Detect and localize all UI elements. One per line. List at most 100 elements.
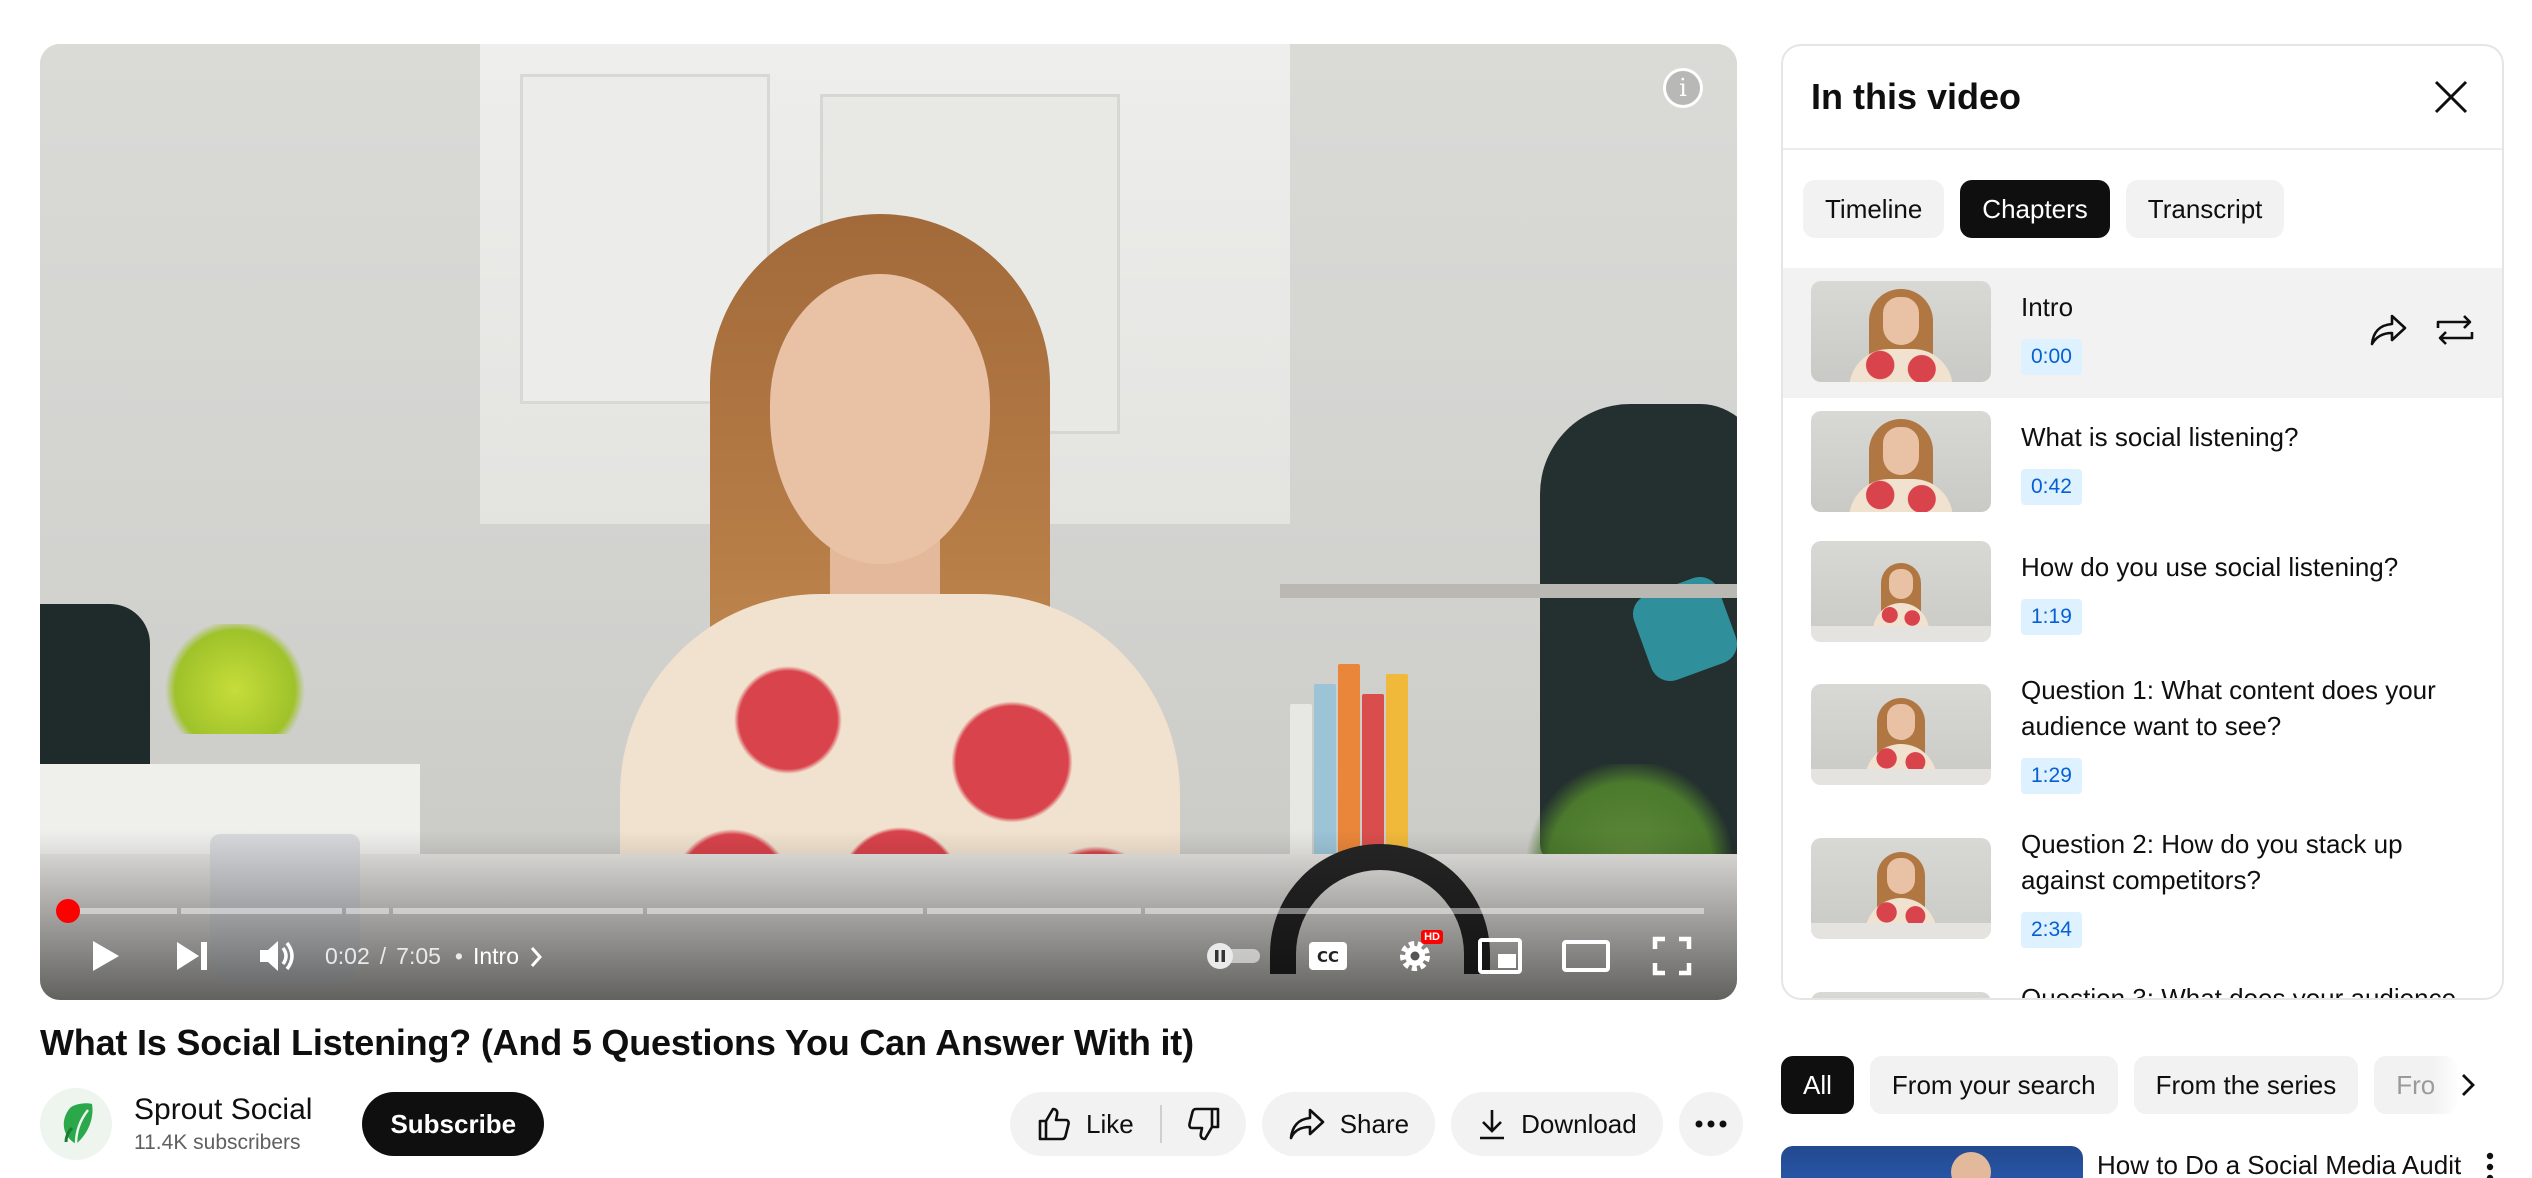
video-title: What Is Social Listening? (And 5 Questio…	[40, 1022, 1194, 1063]
chip-from-the-series[interactable]: From the series	[2133, 1056, 2359, 1114]
chapter-timestamp[interactable]: 0:42	[2021, 469, 2082, 505]
video-player[interactable]: i 0:02 / 7:05 • Intro CC HD	[40, 44, 1737, 1000]
chapter-title-button[interactable]: Intro	[473, 943, 519, 970]
chapter-item[interactable]: What is social listening? 0:42	[1783, 398, 2502, 528]
chapter-dot: •	[454, 943, 463, 969]
captions-icon: CC	[1309, 942, 1347, 970]
time-separator: /	[379, 943, 387, 969]
repeat-icon[interactable]	[2434, 312, 2476, 348]
chapter-item[interactable]: Question 3: What does your audience need…	[1783, 966, 2502, 1000]
tab-chapters[interactable]: Chapters	[1960, 180, 2110, 238]
panel-title: In this video	[1811, 76, 2022, 117]
miniplayer-button[interactable]	[1470, 932, 1530, 980]
volume-button[interactable]	[248, 932, 308, 980]
chips-next-button[interactable]	[2432, 1050, 2504, 1120]
filter-chips: All From your search From the series Fro	[1781, 1056, 2504, 1114]
chapter-item[interactable]: Question 2: How do you stack up against …	[1783, 812, 2502, 966]
tab-transcript[interactable]: Transcript	[2125, 180, 2285, 238]
action-bar: Like Share Download	[1010, 1092, 1743, 1156]
chapter-segment[interactable]	[926, 908, 1141, 914]
chip-all[interactable]: All	[1781, 1056, 1854, 1114]
hd-badge: HD	[1421, 930, 1443, 944]
theater-mode-button[interactable]	[1556, 932, 1616, 980]
channel-name[interactable]: Sprout Social	[134, 1093, 312, 1127]
tab-timeline[interactable]: Timeline	[1803, 180, 1945, 238]
like-dislike-group: Like	[1010, 1092, 1246, 1156]
chapter-title: Question 2: How do you stack up against …	[2021, 829, 2403, 895]
download-label: Download	[1521, 1108, 1637, 1139]
chapter-thumbnail	[1811, 541, 1991, 642]
chapter-title: Question 1: What content does your audie…	[2021, 675, 2436, 741]
duration: 7:05	[396, 943, 441, 969]
chapter-item[interactable]: How do you use social listening? 1:19	[1783, 528, 2502, 658]
theater-mode-icon	[1562, 940, 1610, 972]
play-icon	[93, 941, 119, 971]
chapter-title: Question 3: What does your audience need…	[2021, 983, 2457, 1000]
like-button[interactable]: Like	[1010, 1092, 1160, 1156]
chapter-timestamp[interactable]: 2:34	[2021, 912, 2082, 948]
autoplay-toggle[interactable]	[1198, 932, 1268, 980]
chapter-segment[interactable]	[392, 908, 643, 914]
download-icon	[1480, 1110, 1505, 1140]
chapter-thumbnail	[1811, 684, 1991, 785]
share-icon	[1289, 1108, 1325, 1140]
chapter-segment[interactable]	[180, 908, 342, 914]
chevron-right-icon[interactable]	[529, 946, 543, 968]
chapter-timestamp[interactable]: 1:29	[2021, 758, 2082, 794]
recommended-menu-button[interactable]	[2486, 1152, 2494, 1178]
miniplayer-icon	[1478, 938, 1522, 974]
chapter-thumbnail	[1811, 838, 1991, 939]
chapter-segment[interactable]	[345, 908, 389, 914]
recommended-video[interactable]: How to Do a Social Media Audit	[1781, 1146, 2504, 1178]
chapter-item-intro[interactable]: Intro 0:00	[1783, 268, 2502, 398]
share-label: Share	[1339, 1108, 1410, 1139]
scrubber-handle[interactable]	[56, 899, 80, 923]
sprout-leaf-icon	[63, 1103, 93, 1145]
recommended-thumbnail[interactable]	[1781, 1146, 2083, 1178]
subscriber-count: 11.4K subscribers	[134, 1131, 301, 1154]
time-display: 0:02 / 7:05 • Intro	[325, 943, 543, 970]
panel-header: In this video	[1783, 46, 2502, 150]
chapter-timestamp[interactable]: 1:19	[2021, 599, 2082, 635]
captions-button[interactable]: CC	[1298, 932, 1358, 980]
chapter-title: What is social listening?	[2021, 422, 2299, 452]
close-icon	[2434, 80, 2468, 114]
like-label: Like	[1086, 1108, 1134, 1139]
channel-row: Sprout Social 11.4K subscribers Subscrib…	[40, 1088, 545, 1160]
chapter-segment[interactable]	[646, 908, 923, 914]
chapter-item[interactable]: Question 1: What content does your audie…	[1783, 658, 2502, 812]
chapter-segment[interactable]	[68, 908, 177, 914]
in-this-video-panel: In this video Timeline Chapters Transcri…	[1781, 44, 2504, 1000]
subscribe-button[interactable]: Subscribe	[362, 1092, 545, 1156]
progress-bar[interactable]	[68, 908, 1713, 914]
close-panel-button[interactable]	[2426, 72, 2476, 122]
thumbs-up-icon	[1038, 1107, 1070, 1141]
download-button[interactable]: Download	[1451, 1092, 1663, 1156]
autoplay-toggle-icon	[1207, 943, 1260, 969]
dislike-button[interactable]	[1162, 1092, 1246, 1156]
thumbs-down-icon	[1187, 1107, 1220, 1141]
chip-from-your-search[interactable]: From your search	[1869, 1056, 2118, 1114]
fullscreen-button[interactable]	[1642, 932, 1702, 980]
chapter-timestamp[interactable]: 0:00	[2021, 339, 2082, 375]
volume-icon	[260, 941, 294, 971]
chapter-list: Intro 0:00 What is social listening? 0:4…	[1783, 268, 2502, 1000]
chevron-right-icon	[2462, 1074, 2475, 1096]
next-button[interactable]	[164, 932, 220, 980]
share-button[interactable]: Share	[1261, 1092, 1436, 1156]
play-button[interactable]	[78, 932, 134, 980]
more-horizontal-icon	[1695, 1120, 1727, 1128]
next-icon	[177, 942, 207, 970]
chapter-thumbnail	[1811, 411, 1991, 512]
share-icon[interactable]	[2368, 313, 2408, 347]
chapter-thumbnail	[1811, 281, 1991, 382]
more-actions-button[interactable]	[1678, 1092, 1743, 1156]
current-time: 0:02	[325, 943, 370, 969]
info-icon[interactable]: i	[1663, 68, 1703, 108]
svg-text:CC: CC	[1317, 948, 1339, 966]
settings-button[interactable]: HD	[1385, 930, 1445, 980]
recommended-title[interactable]: How to Do a Social Media Audit	[2097, 1150, 2461, 1178]
channel-avatar[interactable]	[40, 1088, 112, 1160]
chapter-segment[interactable]	[1144, 908, 1705, 914]
more-vertical-icon	[2486, 1152, 2494, 1178]
